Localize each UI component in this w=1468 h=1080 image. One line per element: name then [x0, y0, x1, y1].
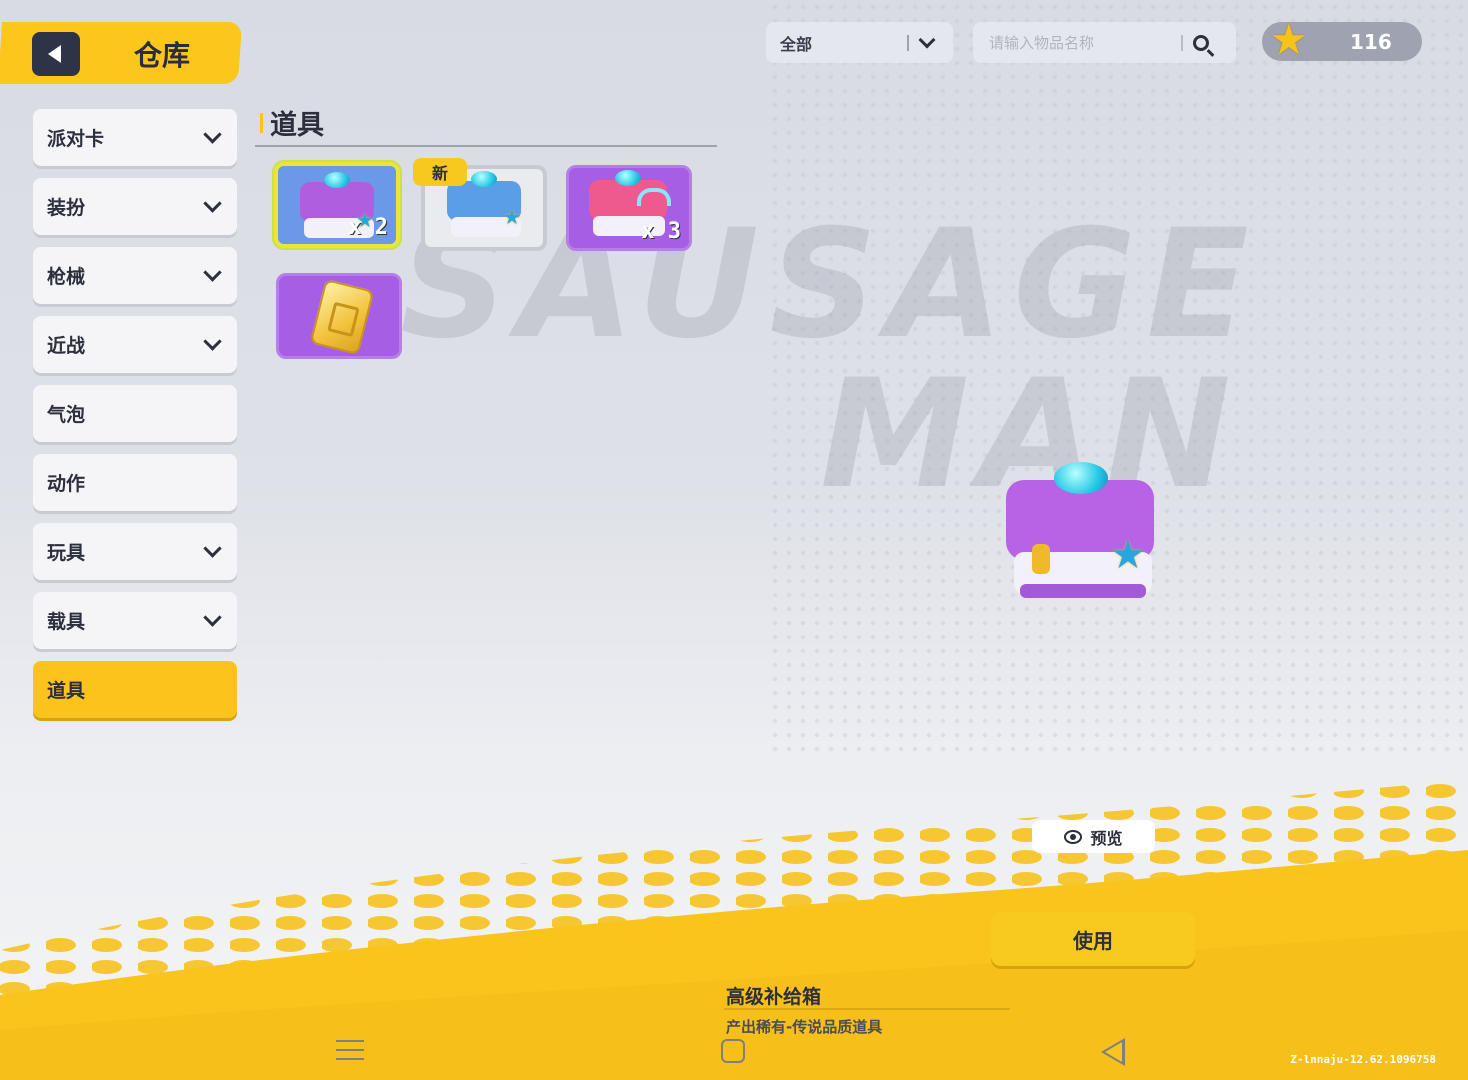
sidebar-item-props[interactable]: 道具	[33, 661, 237, 718]
item-name-divider	[724, 1008, 1010, 1010]
chevron-down-icon	[203, 194, 222, 213]
search-input[interactable]	[987, 32, 1181, 53]
use-button[interactable]: 使用	[991, 912, 1195, 966]
preview-button[interactable]: 预览	[1032, 820, 1155, 853]
divider	[907, 34, 909, 51]
sidebar-item-melee[interactable]: 近战	[33, 316, 237, 373]
section-title: 道具	[270, 110, 324, 141]
page-title: 仓库	[134, 39, 191, 72]
section-divider	[255, 145, 717, 147]
sidebar-item-label: 派对卡	[47, 128, 105, 150]
filter-selected-value: 全部	[780, 34, 813, 54]
sidebar-item-label: 载具	[47, 611, 86, 633]
preview-label: 预览	[1090, 828, 1123, 848]
background-logo: SAUSAGE MAN	[400, 210, 1460, 530]
eye-icon	[1064, 829, 1083, 844]
item-quantity: x 2	[348, 215, 388, 240]
divider	[1181, 34, 1183, 51]
star-coin-icon: ★	[1270, 15, 1308, 64]
sidebar-item-bubble[interactable]: 气泡	[33, 385, 237, 442]
item-card-golden-ticket[interactable]	[276, 273, 402, 359]
search-box	[973, 22, 1236, 63]
sidebar-item-party-card[interactable]: 派对卡	[33, 109, 237, 166]
sidebar-item-label: 道具	[47, 680, 86, 702]
back-arrow-icon	[48, 45, 61, 63]
item-quantity: x 3	[641, 219, 681, 244]
sidebar-item-label: 气泡	[47, 404, 86, 426]
item-card-supply-box-purple[interactable]: ★ x 2	[274, 162, 400, 248]
filter-dropdown[interactable]: 全部	[766, 22, 953, 63]
sidebar-item-label: 近战	[47, 335, 86, 357]
new-badge: 新	[413, 158, 467, 186]
item-name: 高级补给箱	[726, 986, 822, 1008]
back-button[interactable]	[32, 32, 80, 76]
sidebar-item-outfit[interactable]: 装扮	[33, 178, 237, 235]
sidebar-item-label: 动作	[47, 473, 86, 495]
system-home-icon[interactable]	[721, 1039, 745, 1063]
selected-item-preview-image: ★	[1006, 460, 1156, 610]
section-accent-bar	[260, 113, 263, 133]
chevron-down-icon	[203, 608, 222, 627]
sidebar-item-label: 玩具	[47, 542, 86, 564]
sidebar-item-toys[interactable]: 玩具	[33, 523, 237, 580]
golden-ticket-icon	[309, 278, 375, 356]
search-icon[interactable]	[1193, 34, 1209, 51]
sidebar-item-emote[interactable]: 动作	[33, 454, 237, 511]
chevron-down-icon	[203, 125, 222, 144]
category-sidebar: 派对卡 装扮 枪械 近战 气泡 动作 玩具 载具 道具	[33, 109, 237, 730]
version-label: Z-lnnaju-12.62.1096758	[1290, 1053, 1436, 1066]
sidebar-item-label: 枪械	[47, 266, 86, 288]
coin-count: 116	[1350, 29, 1392, 54]
chevron-down-icon	[203, 332, 222, 351]
item-card-supply-box-rainbow[interactable]: x 3	[566, 165, 692, 251]
item-description: 产出稀有-传说品质道具	[726, 1018, 883, 1036]
chevron-down-icon	[918, 31, 936, 48]
chevron-down-icon	[203, 263, 222, 282]
chevron-down-icon	[203, 539, 222, 558]
system-back-icon[interactable]	[1101, 1038, 1125, 1066]
system-menu-icon[interactable]	[336, 1040, 364, 1064]
sidebar-item-vehicles[interactable]: 载具	[33, 592, 237, 649]
coin-balance: ★ 116	[1262, 16, 1422, 64]
sidebar-item-label: 装扮	[47, 197, 86, 219]
sidebar-item-guns[interactable]: 枪械	[33, 247, 237, 304]
